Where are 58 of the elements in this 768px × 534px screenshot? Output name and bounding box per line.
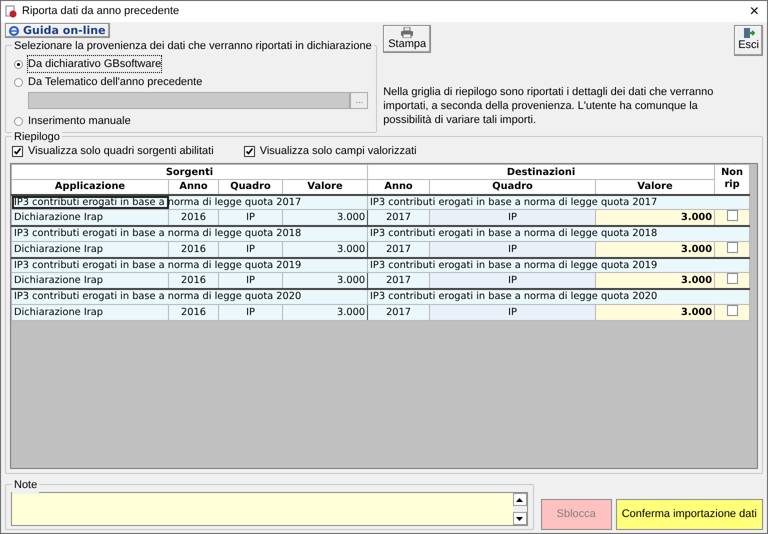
radio-button[interactable] [14, 116, 23, 126]
group-legend: Note [12, 477, 40, 494]
checkbox[interactable] [12, 146, 23, 157]
confirm-button[interactable]: Conferma importazione dati [616, 499, 763, 530]
column-header: Quadro [430, 180, 596, 194]
checkbox-label[interactable]: Visualizza solo quadri sorgenti abilitati [28, 143, 214, 160]
app-icon [5, 5, 18, 18]
window-title: Riporta dati da anno precedente [22, 4, 180, 20]
column-header: Valore [282, 180, 368, 194]
down-arrow-icon [516, 516, 524, 520]
row-description: IP3 contributi erogati in base a norma di legge quota 2020 [12, 289, 368, 304]
checkbox[interactable] [726, 210, 738, 221]
row-description: IP3 contributi erogati in base a norma di legge quota 2019 [12, 258, 368, 272]
group-legend: Riepilogo [12, 129, 62, 146]
table-cell: Dichiarazione Irap [12, 304, 168, 320]
radio-label[interactable]: Da dichiarativo GBsoftware [28, 56, 162, 72]
checkbox[interactable] [726, 242, 738, 252]
close-button[interactable]: × [746, 4, 763, 20]
column-header: Valore [596, 180, 715, 194]
radio-label[interactable]: Da Telematico dell'anno precedente [28, 74, 202, 90]
scroll-down-button[interactable] [512, 512, 527, 525]
exit-door-icon [742, 27, 755, 39]
checkbox-label[interactable]: Visualizza solo campi valorizzati [260, 143, 417, 160]
row-description: IP3 contributi erogati in base a norma di legge quota 2018 [368, 226, 750, 241]
row-description: IP3 contributi erogati in base a norma di legge quota 2019 [368, 258, 750, 272]
table-cell: 3.000 [282, 304, 368, 320]
value-cell[interactable]: 3.000 [596, 304, 715, 320]
table-cell: IP [430, 304, 596, 320]
column-group-header: Sorgenti [12, 164, 368, 180]
print-button[interactable]: Stampa [383, 25, 432, 54]
up-arrow-icon [516, 498, 524, 502]
table-cell: IP [218, 304, 282, 320]
radio-label[interactable]: Inserimento manuale [28, 112, 131, 130]
checkbox[interactable] [726, 304, 738, 316]
radio-button[interactable] [14, 60, 23, 68]
browser-icon [9, 26, 19, 36]
column-header: Quadro [218, 180, 282, 194]
column-group-header: Destinazioni [368, 164, 715, 180]
radio-button[interactable] [14, 78, 23, 86]
row-description: IP3 contributi erogati in base a norma di legge quota 2018 [12, 226, 368, 241]
column-header: Anno [368, 180, 430, 194]
table-cell: 2017 [368, 304, 430, 320]
help-button[interactable]: Guida on-line [5, 23, 110, 38]
row-description: IP3 contributi erogati in base a norma di legge quota 2017 [12, 194, 368, 210]
row-description: IP3 contributi erogati in base a norma di legge quota 2017 [368, 194, 750, 210]
note-field[interactable] [11, 492, 528, 526]
column-header: Non rip [714, 164, 750, 194]
table-cell: 2016 [168, 304, 218, 320]
row-description: IP3 contributi erogati in base a norma di legge quota 2020 [368, 289, 750, 304]
checkbox[interactable] [244, 146, 255, 157]
exit-button[interactable]: Esci [734, 25, 763, 56]
checkbox[interactable] [726, 273, 738, 284]
group-legend: Selezionare la provenienza dei dati che verranno riportati in dichiarazione [12, 38, 374, 54]
column-header: Anno [168, 180, 218, 194]
info-text: Nella griglia di riepilogo sono riportati i dettagli dei dati che verranno importati, a seconda della provenienza. L'utente ha comunque la possibilità di variare tali importi. [383, 85, 714, 127]
column-header: Applicazione [12, 180, 168, 194]
scroll-up-button[interactable] [512, 493, 527, 506]
printer-icon [400, 27, 414, 38]
